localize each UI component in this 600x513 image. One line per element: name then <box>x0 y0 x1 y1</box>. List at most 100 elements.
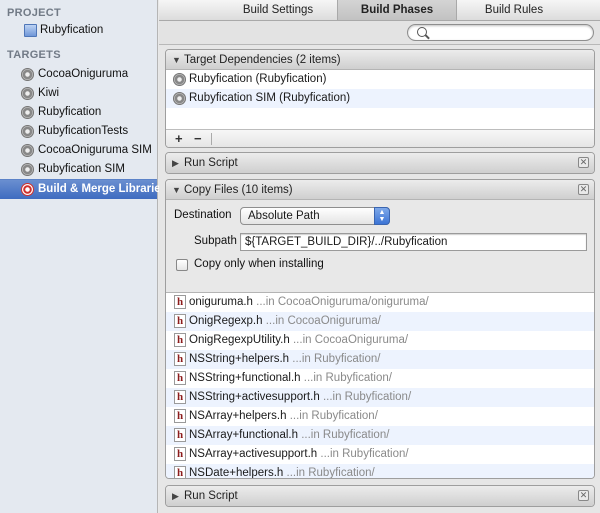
file-name: NSArray+activesupport.h <box>189 448 318 460</box>
sidebar-item-target[interactable]: Kiwi <box>0 84 157 103</box>
phase-copy-files: ▼ Copy Files (10 items) ✕ Destination Ab… <box>165 179 595 479</box>
gear-icon <box>21 163 34 176</box>
tab-build-rules[interactable]: Build Rules <box>455 0 573 20</box>
file-location: ...in Rubyfication/ <box>301 429 390 441</box>
delete-phase-button[interactable]: ✕ <box>578 490 589 501</box>
phase-title: Copy Files (10 items) <box>184 184 293 196</box>
search-icon <box>417 27 427 37</box>
file-location: ...in Rubyfication/ <box>286 467 375 479</box>
destination-value: Absolute Path <box>248 210 320 222</box>
sidebar-item-label: CocoaOniguruma <box>38 68 129 80</box>
copy-files-settings: Destination Absolute Path ▲ ▼ Subpath ${T… <box>166 200 594 293</box>
sidebar-item-target[interactable]: RubyficationTests <box>0 122 157 141</box>
dependency-row[interactable]: Rubyfication SIM (Rubyfication) <box>166 89 594 108</box>
sidebar-item-label: Rubyfication <box>38 106 102 118</box>
add-button[interactable]: + <box>175 130 183 147</box>
remove-button[interactable]: − <box>194 130 202 147</box>
targets-section-header: TARGETS <box>7 49 61 61</box>
file-row[interactable]: h NSDate+helpers.h ...in Rubyfication/ <box>166 464 594 479</box>
target-icon <box>21 183 34 196</box>
header-file-icon: h <box>174 333 186 347</box>
copy-only-checkbox[interactable] <box>176 259 188 271</box>
phase-header[interactable]: ▼ Target Dependencies (2 items) <box>166 50 594 70</box>
tab-bar: Build Settings Build Phases Build Rules <box>159 0 600 21</box>
search-field[interactable] <box>407 24 594 41</box>
file-name: OnigRegexp.h <box>189 315 263 327</box>
sidebar-item-label: RubyficationTests <box>38 125 129 137</box>
file-name: NSString+helpers.h <box>189 353 290 365</box>
file-name: NSString+functional.h <box>189 372 301 384</box>
sidebar-item-target[interactable]: Rubyfication SIM <box>0 160 157 179</box>
project-icon <box>24 24 37 37</box>
phase-header[interactable]: ▶ Run Script ✕ <box>166 486 594 506</box>
delete-phase-button[interactable]: ✕ <box>578 157 589 168</box>
destination-label: Destination <box>174 209 232 221</box>
header-file-icon: h <box>174 352 186 366</box>
gear-icon <box>173 73 186 86</box>
tab-build-phases[interactable]: Build Phases <box>337 0 457 20</box>
sidebar-item-label: Rubyfication SIM <box>38 163 125 175</box>
header-file-icon: h <box>174 390 186 404</box>
header-file-icon: h <box>174 466 186 478</box>
sidebar-item-target[interactable]: CocoaOniguruma <box>0 65 157 84</box>
file-name: OnigRegexpUtility.h <box>189 334 290 346</box>
phase-title: Run Script <box>184 157 238 169</box>
gear-icon <box>21 125 34 138</box>
sidebar-item-label: Rubyfication <box>40 24 104 36</box>
subpath-field[interactable]: ${TARGET_BUILD_DIR}/../Rubyfication <box>240 233 587 251</box>
divider <box>211 133 212 145</box>
file-row[interactable]: h OnigRegexpUtility.h ...in CocoaOniguru… <box>166 331 594 350</box>
gear-icon <box>21 68 34 81</box>
sidebar-item-label: CocoaOniguruma SIM <box>38 144 152 156</box>
sidebar-item-label: Build & Merge Libraries <box>38 183 168 195</box>
header-file-icon: h <box>174 371 186 385</box>
phase-target-dependencies: ▼ Target Dependencies (2 items) Rubyfica… <box>165 49 595 148</box>
file-location: ...in Rubyfication/ <box>320 448 409 460</box>
sidebar-item-project[interactable]: Rubyfication <box>0 21 157 40</box>
gear-icon <box>173 92 186 105</box>
popup-arrows-icon: ▲ ▼ <box>374 207 390 225</box>
gear-icon <box>21 106 34 119</box>
file-row[interactable]: h NSString+helpers.h ...in Rubyfication/ <box>166 350 594 369</box>
disclosure-collapsed-icon[interactable]: ▶ <box>172 486 179 506</box>
file-row[interactable]: h NSArray+helpers.h ...in Rubyfication/ <box>166 407 594 426</box>
file-location: ...in CocoaOniguruma/ <box>292 334 409 346</box>
sidebar-item-target-selected[interactable]: Build & Merge Libraries <box>0 179 167 199</box>
destination-popup[interactable]: Absolute Path ▲ ▼ <box>240 207 390 225</box>
sidebar-item-target[interactable]: CocoaOniguruma SIM <box>0 141 157 160</box>
dependency-row[interactable]: Rubyfication (Rubyfication) <box>166 70 594 89</box>
header-file-icon: h <box>174 428 186 442</box>
sidebar: PROJECT Rubyfication TARGETS CocoaOnigur… <box>0 0 167 513</box>
dependency-label: Rubyfication (Rubyfication) <box>189 73 327 85</box>
filter-bar <box>159 21 600 45</box>
disclosure-expanded-icon[interactable]: ▼ <box>172 50 181 70</box>
tab-build-settings[interactable]: Build Settings <box>219 0 337 20</box>
phase-title: Run Script <box>184 490 238 502</box>
file-location: ...in Rubyfication/ <box>322 391 412 403</box>
phase-title: Target Dependencies (2 items) <box>184 54 341 66</box>
phase-header[interactable]: ▶ Run Script ✕ <box>166 153 594 173</box>
file-row[interactable]: h NSArray+functional.h ...in Rubyficatio… <box>166 426 594 445</box>
file-row[interactable]: h NSArray+activesupport.h ...in Rubyfica… <box>166 445 594 464</box>
phase-header[interactable]: ▼ Copy Files (10 items) ✕ <box>166 180 594 200</box>
header-file-icon: h <box>174 295 186 309</box>
search-input[interactable] <box>434 26 584 39</box>
disclosure-collapsed-icon[interactable]: ▶ <box>172 153 179 173</box>
header-file-icon: h <box>174 409 186 423</box>
file-location: ...in Rubyfication/ <box>289 410 378 422</box>
sidebar-item-target[interactable]: Rubyfication <box>0 103 157 122</box>
subpath-label: Subpath <box>194 235 237 247</box>
copy-only-label: Copy only when installing <box>194 258 324 270</box>
file-name: oniguruma.h <box>189 296 253 308</box>
file-row[interactable]: h OnigRegexp.h ...in CocoaOniguruma/ <box>166 312 594 331</box>
file-row[interactable]: h oniguruma.h ...in CocoaOniguruma/onigu… <box>166 293 594 312</box>
project-section-header: PROJECT <box>7 7 62 19</box>
disclosure-expanded-icon[interactable]: ▼ <box>172 180 181 200</box>
file-row[interactable]: h NSString+functional.h ...in Rubyficati… <box>166 369 594 388</box>
gear-icon <box>21 144 34 157</box>
delete-phase-button[interactable]: ✕ <box>578 184 589 195</box>
phase-run-script: ▶ Run Script ✕ <box>165 485 595 507</box>
file-row[interactable]: h NSString+activesupport.h ...in Rubyfic… <box>166 388 594 407</box>
gear-icon <box>21 87 34 100</box>
file-location: ...in Rubyfication/ <box>292 353 381 365</box>
